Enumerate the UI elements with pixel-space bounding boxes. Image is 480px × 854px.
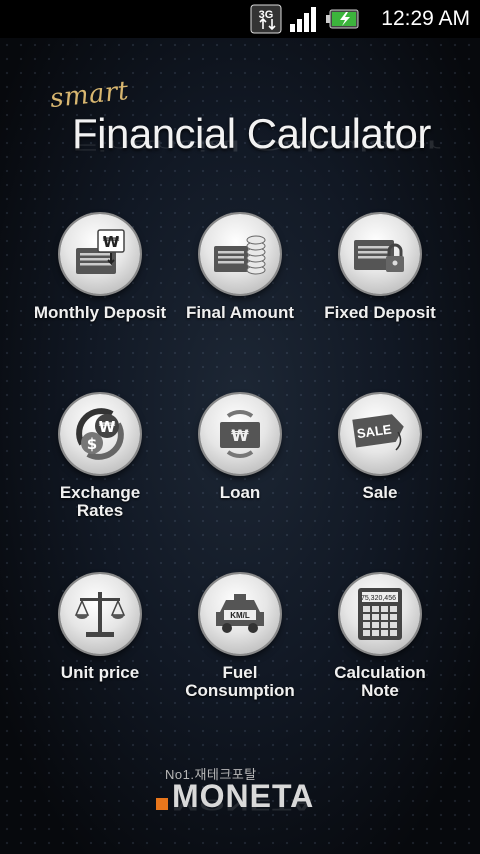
svg-text:$: $ (87, 435, 97, 453)
menu-label: Exchange Rates (59, 483, 141, 520)
loan-icon: ₩ (220, 410, 260, 458)
menu-unit-price[interactable]: Unit price (25, 574, 175, 682)
menu-fixed-deposit[interactable]: Fixed Deposit (305, 214, 455, 322)
svg-text:₩: ₩ (103, 233, 120, 251)
unit-price-icon (74, 592, 126, 637)
menu-label: Final Amount (186, 303, 294, 322)
svg-text:KM/L: KM/L (230, 611, 250, 620)
brand-mark-icon (156, 798, 168, 810)
menu-label: Unit price (60, 663, 140, 682)
menu-exchange-rates[interactable]: ₩ $ Exchange Rates (25, 394, 175, 520)
clock: 12:29 AM (381, 7, 470, 30)
app-screen: smart Financial Calculator Financial Cal… (0, 38, 480, 854)
menu-label: Fixed Deposit (324, 303, 436, 322)
menu-final-amount[interactable]: Final Amount (165, 214, 315, 322)
menu-sale[interactable]: SALE Sale (305, 394, 455, 502)
calculation-note-icon: 75,320,456 (358, 588, 402, 640)
app-title-reflection: Financial Calculator (72, 137, 441, 154)
svg-text:75,320,456: 75,320,456 (361, 595, 396, 602)
menu-label: Calculation Note (334, 663, 426, 700)
fixed-deposit-icon (354, 240, 404, 272)
svg-text:3G: 3G (259, 9, 274, 21)
svg-text:₩: ₩ (99, 418, 116, 436)
exchange-rates-icon: ₩ $ (76, 408, 124, 460)
app-subtitle: smart (48, 75, 131, 115)
menu-label: Sale (362, 483, 398, 502)
svg-text:₩: ₩ (231, 426, 249, 445)
menu-loan[interactable]: ₩ Loan (165, 394, 315, 502)
sale-icon: SALE (352, 414, 404, 451)
menu-monthly-deposit[interactable]: ₩ Monthly Deposit (25, 214, 175, 322)
battery-charging-icon (326, 9, 359, 29)
menu-label: Monthly Deposit (33, 303, 167, 322)
menu-fuel-consumption[interactable]: KM/L Fuel Consumption (165, 574, 315, 700)
menu-calculation-note[interactable]: 75,320,456 Calculation Note (305, 574, 455, 700)
menu-label: Fuel Consumption (185, 663, 295, 700)
menu-label: Loan (219, 483, 261, 502)
signal-strength-icon (290, 7, 316, 32)
3g-network-icon: 3G (250, 4, 282, 34)
final-amount-icon (214, 235, 266, 275)
brand-logo-reflection: MONETA (172, 796, 315, 814)
fuel-consumption-icon: KM/L (216, 594, 264, 633)
monthly-deposit-icon: ₩ (76, 229, 125, 274)
status-bar: 3G 12:29 AM (0, 0, 480, 38)
